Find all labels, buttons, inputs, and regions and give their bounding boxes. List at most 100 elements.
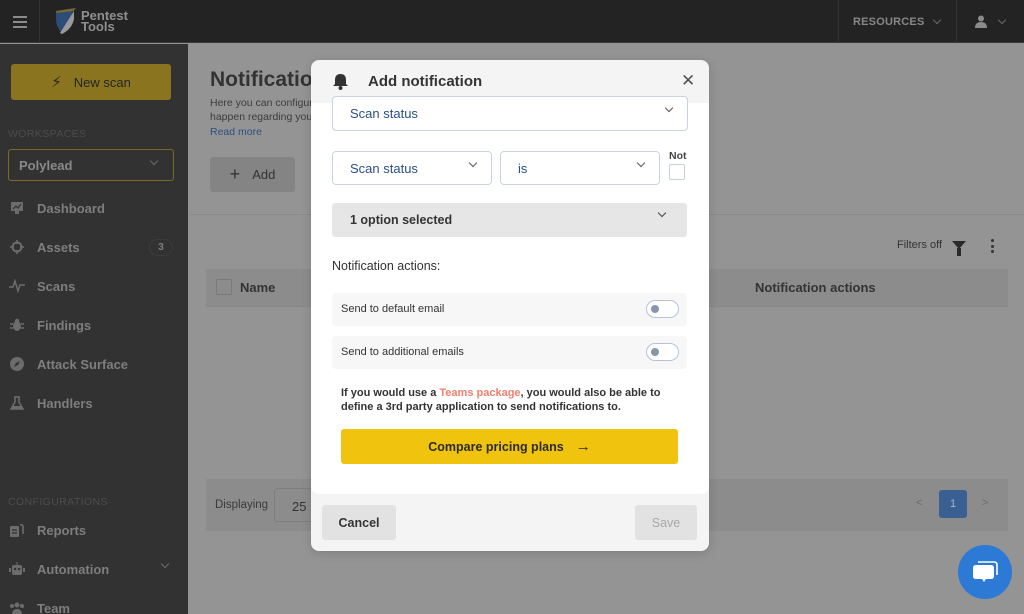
additional-emails-row: Send to additional emails xyxy=(332,336,687,369)
add-label: Add xyxy=(252,167,276,182)
filter-icon xyxy=(952,241,967,256)
configurations-heading: CONFIGURATIONS xyxy=(8,496,108,508)
sidebar-item-reports[interactable]: Reports xyxy=(0,517,188,543)
default-email-toggle[interactable] xyxy=(646,300,679,318)
lightning-icon: ⚡︎ xyxy=(51,74,62,91)
default-email-row: Send to default email xyxy=(332,293,687,326)
bug-icon xyxy=(0,318,37,332)
plus-icon: + xyxy=(229,164,241,184)
upsell-prefix: If you would use a xyxy=(341,387,440,399)
modal-body: Scan status Scan status is Not 1 option … xyxy=(311,96,709,494)
workspaces-heading: WORKSPACES xyxy=(8,128,87,140)
sidebar-item-label: Findings xyxy=(37,317,92,333)
additional-emails-label: Send to additional emails xyxy=(341,346,464,358)
value-multiselect[interactable]: 1 option selected xyxy=(332,203,687,237)
sidebar-item-automation[interactable]: Automation xyxy=(0,556,188,582)
column-header-name[interactable]: Name xyxy=(240,280,275,295)
chevron-down-icon xyxy=(664,103,674,113)
reports-icon xyxy=(0,523,37,537)
condition-operator-select[interactable]: is xyxy=(500,151,660,185)
sidebar-item-scans[interactable]: Scans xyxy=(0,273,188,299)
workspace-value: Polylead xyxy=(19,157,73,173)
flask-icon xyxy=(0,396,37,410)
chat-icon xyxy=(973,561,998,582)
column-header-actions[interactable]: Notification actions xyxy=(755,280,876,295)
sidebar-item-attack-surface[interactable]: Attack Surface xyxy=(0,351,188,377)
chevron-down-icon xyxy=(160,559,170,569)
pulse-icon xyxy=(0,279,37,293)
chevron-down-icon xyxy=(997,15,1007,24)
pagination-next-button[interactable]: > xyxy=(982,497,988,509)
sidebar-item-label: Dashboard xyxy=(37,200,105,216)
chevron-down-icon xyxy=(933,15,942,24)
page-description-line: Here you can configure xyxy=(210,97,319,109)
more-options-icon[interactable] xyxy=(991,239,995,253)
sidebar-item-label: Automation xyxy=(37,561,110,577)
displaying-label: Displaying xyxy=(215,499,269,511)
team-icon xyxy=(0,601,37,614)
resources-menu[interactable]: RESOURCES xyxy=(838,0,956,43)
workspace-select[interactable]: Polylead xyxy=(8,149,174,181)
crosshair-icon xyxy=(0,240,37,254)
notification-actions-heading: Notification actions: xyxy=(332,259,441,273)
not-checkbox[interactable] xyxy=(669,164,685,180)
new-scan-label: New scan xyxy=(73,74,131,90)
close-icon[interactable]: ✕ xyxy=(681,72,695,90)
teams-package-link[interactable]: Teams package xyxy=(439,387,520,399)
sidebar-item-handlers[interactable]: Handlers xyxy=(0,390,188,416)
save-button[interactable]: Save xyxy=(635,505,697,540)
sidebar-item-team[interactable]: Team xyxy=(0,595,188,614)
top-bar: Pentest Tools RESOURCES xyxy=(0,0,1024,43)
filters-toggle[interactable]: Filters off xyxy=(897,239,967,256)
trigger-select-value: Scan status xyxy=(350,106,418,121)
page-description: Here you can configure happen regarding … xyxy=(210,96,320,124)
chevron-down-icon xyxy=(468,158,478,168)
hamburger-icon xyxy=(12,20,27,23)
condition-operator-value: is xyxy=(518,160,528,176)
robot-icon xyxy=(0,562,37,576)
sidebar: ⚡︎ New scan WORKSPACES Polylead Dashboar… xyxy=(0,44,188,614)
sidebar-item-label: Reports xyxy=(37,522,87,538)
sidebar-item-label: Handlers xyxy=(37,395,93,411)
sidebar-item-label: Assets xyxy=(37,239,80,255)
compass-icon xyxy=(0,357,37,371)
pagination-prev-button[interactable]: < xyxy=(916,497,922,509)
additional-emails-toggle[interactable] xyxy=(646,343,679,361)
page-description-line: happen regarding your xyxy=(210,111,316,123)
new-scan-button[interactable]: ⚡︎ New scan xyxy=(11,64,171,100)
compare-pricing-button[interactable]: Compare pricing plans → xyxy=(341,429,678,464)
sidebar-item-assets[interactable]: Assets 3 xyxy=(0,234,188,260)
read-more-link[interactable]: Read more xyxy=(210,126,262,138)
sidebar-item-findings[interactable]: Findings xyxy=(0,312,188,338)
not-label: Not xyxy=(669,150,687,162)
select-all-checkbox[interactable] xyxy=(216,279,232,295)
arrow-right-icon: → xyxy=(575,438,591,455)
value-multiselect-text: 1 option selected xyxy=(350,213,453,227)
sidebar-item-label: Scans xyxy=(37,278,76,294)
compare-pricing-label: Compare pricing plans xyxy=(428,439,564,454)
default-email-label: Send to default email xyxy=(341,303,445,315)
chevron-down-icon xyxy=(636,158,646,168)
modal-title: Add notification xyxy=(368,73,483,90)
chevron-down-icon xyxy=(149,156,159,166)
upsell-text: If you would use a Teams package, you wo… xyxy=(341,386,681,414)
shield-logo-icon xyxy=(56,8,76,34)
add-notification-modal: Add notification ✕ Scan status Scan stat… xyxy=(311,60,709,551)
cancel-button[interactable]: Cancel xyxy=(322,505,396,540)
trigger-select[interactable]: Scan status xyxy=(332,96,688,131)
chart-icon xyxy=(0,201,37,215)
menu-toggle-button[interactable] xyxy=(0,0,40,43)
sidebar-item-label: Team xyxy=(37,600,70,614)
sidebar-item-dashboard[interactable]: Dashboard xyxy=(0,195,188,221)
bell-icon xyxy=(333,74,348,90)
user-icon xyxy=(975,15,987,28)
chat-widget-button[interactable] xyxy=(958,545,1012,599)
user-menu[interactable] xyxy=(956,0,1024,43)
condition-field-select[interactable]: Scan status xyxy=(332,151,492,185)
chevron-down-icon xyxy=(657,208,667,218)
condition-field-value: Scan status xyxy=(350,160,418,176)
pagination-page-button[interactable]: 1 xyxy=(939,490,967,518)
logo[interactable]: Pentest Tools xyxy=(54,7,128,35)
add-notification-button[interactable]: + Add xyxy=(210,157,295,192)
sidebar-item-label: Attack Surface xyxy=(37,356,129,372)
